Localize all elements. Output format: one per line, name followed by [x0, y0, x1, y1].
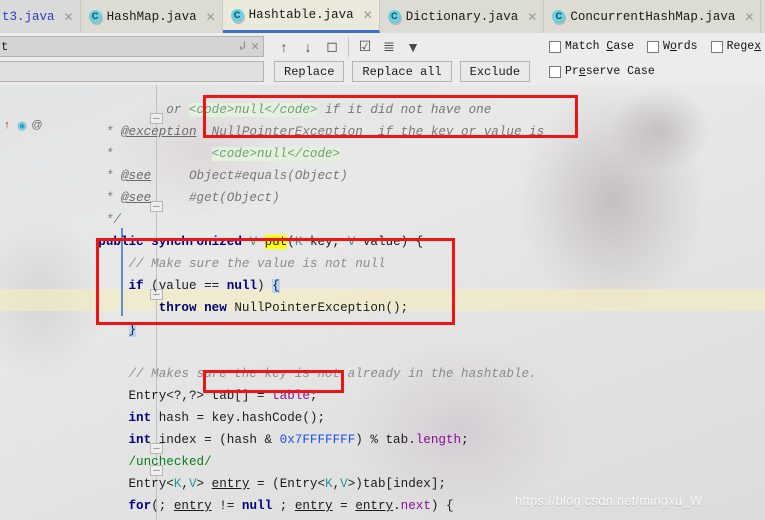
close-icon[interactable]: ✕: [527, 10, 537, 24]
regex-label: Regex: [726, 40, 762, 53]
select-all-occurrences-icon[interactable]: ◻: [320, 35, 344, 58]
checkbox-box[interactable]: [647, 40, 660, 53]
editor-tab-2[interactable]: C Hashtable.java ✕: [222, 0, 380, 33]
editor-tab-4[interactable]: C ConcurrentHashMap.java ✕: [544, 0, 762, 33]
search-input-value: t: [1, 39, 9, 54]
in-comments-icon[interactable]: ≣: [377, 35, 401, 58]
regex-checkbox[interactable]: Regex: [710, 40, 762, 53]
close-icon[interactable]: ✕: [363, 8, 373, 22]
editor-tab-0[interactable]: t3.java ✕: [0, 0, 81, 33]
filter-icon[interactable]: ▼: [401, 35, 425, 58]
search-options-row-1: Match Case Words Regex: [549, 35, 761, 58]
java-class-icon: C: [387, 10, 401, 23]
replace-button[interactable]: Replace: [274, 61, 345, 82]
match-case-label: Match Case: [565, 40, 635, 53]
exclude-button[interactable]: Exclude: [459, 61, 531, 82]
code-editor[interactable]: ─ ─ ─ ─ ─ or <code>null</code> if it did…: [0, 85, 765, 520]
find-replace-toolbar: t ↲ ✕ ↑ ↓ ◻ ☑ ≣ ▼ Replace Replace all Ex…: [0, 33, 765, 85]
replace-all-button-label: Replace all: [362, 64, 442, 79]
editor-tab-3[interactable]: C Dictionary.java ✕: [379, 0, 545, 33]
tab-label: ConcurrentHashMap.java: [570, 9, 736, 24]
find-actions-group: ↑ ↓ ◻ ☑ ≣ ▼: [272, 35, 425, 58]
replace-button-label: Replace: [284, 64, 335, 79]
words-label: Words: [663, 40, 698, 53]
close-icon[interactable]: ✕: [251, 39, 259, 54]
exclude-button-label: Exclude: [469, 64, 521, 79]
code-content: or <code>null</code> if it did not have …: [98, 103, 545, 513]
checkbox-box[interactable]: [710, 40, 723, 53]
editor-tab-5[interactable]: C Abstr: [761, 0, 765, 33]
search-options-row-2: Preserve Case: [549, 60, 655, 83]
ide-window: t3.java ✕ C HashMap.java ✕ C Hashtable.j…: [0, 0, 765, 520]
implementing-method-icon[interactable]: ↑: [0, 118, 14, 132]
words-checkbox[interactable]: Words: [647, 40, 698, 53]
overriding-method-icon[interactable]: ◉: [15, 118, 29, 132]
toolbar-divider: [348, 36, 349, 57]
checkbox-box[interactable]: [549, 65, 561, 78]
close-icon[interactable]: ✕: [744, 10, 754, 24]
preserve-case-checkbox[interactable]: Preserve Case: [549, 65, 655, 78]
replace-input[interactable]: [0, 61, 264, 82]
replace-buttons-group: Replace Replace all Exclude: [274, 60, 531, 83]
search-input[interactable]: t ↲ ✕: [0, 36, 264, 57]
replace-all-button[interactable]: Replace all: [352, 61, 452, 82]
tab-label: t3.java: [2, 9, 55, 24]
close-icon[interactable]: ✕: [64, 10, 74, 24]
in-selection-icon[interactable]: ☑: [353, 35, 377, 58]
preserve-case-label: Preserve Case: [565, 65, 655, 78]
annotation-icon[interactable]: @: [30, 118, 44, 132]
find-next-icon[interactable]: ↓: [296, 35, 320, 58]
checkbox-box[interactable]: [549, 40, 561, 53]
java-class-icon: C: [230, 8, 244, 22]
editor-tab-1[interactable]: C HashMap.java ✕: [80, 0, 223, 33]
editor-tab-bar: t3.java ✕ C HashMap.java ✕ C Hashtable.j…: [0, 0, 765, 33]
match-case-checkbox[interactable]: Match Case: [549, 40, 634, 53]
find-previous-icon[interactable]: ↑: [272, 35, 296, 58]
history-arrow-icon[interactable]: ↲: [238, 39, 246, 54]
java-class-icon: C: [88, 10, 102, 23]
watermark-text: https://blog.csdn.net/mingxu_W: [515, 493, 703, 508]
close-icon[interactable]: ✕: [206, 10, 216, 24]
tab-label: HashMap.java: [106, 9, 197, 24]
gutter-icon-group: ↑ ◉ @: [0, 118, 44, 132]
java-class-icon: C: [552, 10, 566, 23]
tab-label: Dictionary.java: [405, 9, 519, 24]
tab-label: Hashtable.java: [248, 8, 354, 22]
